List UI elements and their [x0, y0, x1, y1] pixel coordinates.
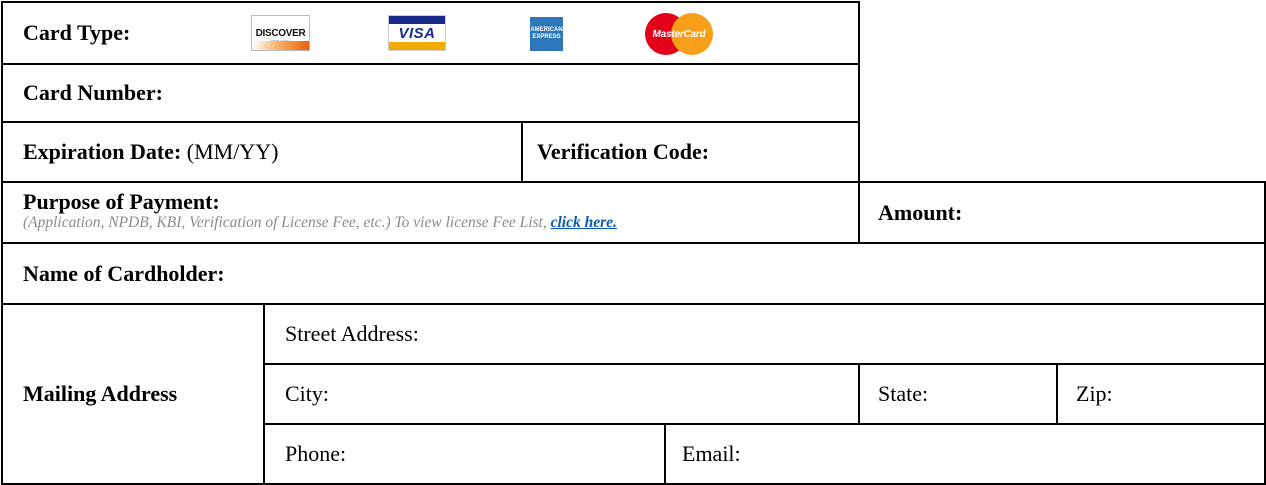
discover-logo-text: DISCOVER	[255, 28, 306, 39]
expiration-date-label: Expiration Date:	[23, 139, 182, 164]
email-field[interactable]: Email:	[664, 423, 1266, 485]
verification-code-field[interactable]: Verification Code:	[521, 121, 860, 183]
state-label: State:	[878, 381, 929, 406]
amex-logo-text-line1: AMERICAN	[530, 27, 563, 33]
email-label: Email:	[682, 441, 741, 466]
american-express-logo[interactable]: AMERICAN EXPRESS	[530, 17, 563, 51]
purpose-note-text: (Application, NPDB, KBI, Verification of…	[23, 213, 551, 231]
visa-logo-text: VISA	[398, 24, 436, 42]
cardholder-name-label: Name of Cardholder:	[23, 260, 225, 286]
card-number-field[interactable]: Card Number:	[1, 63, 860, 123]
visa-top-band	[389, 16, 445, 24]
mailing-address-section: Mailing Address	[1, 303, 265, 485]
discover-stripe	[252, 41, 309, 50]
card-type-label: Card Type:	[23, 20, 131, 45]
discover-logo[interactable]: DISCOVER NETWORK	[251, 15, 310, 51]
fee-list-link[interactable]: click here.	[551, 214, 617, 231]
cardholder-name-field[interactable]: Name of Cardholder:	[1, 242, 1266, 305]
mastercard-logo[interactable]: MasterCard	[645, 13, 713, 55]
purpose-of-payment-note: (Application, NPDB, KBI, Verification of…	[23, 213, 617, 233]
street-address-label: Street Address:	[285, 321, 419, 346]
city-label: City:	[285, 381, 330, 406]
amount-label: Amount:	[878, 199, 963, 225]
expiration-date-format: (MM/YY)	[186, 139, 279, 164]
purpose-of-payment-label: Purpose of Payment:	[23, 188, 220, 214]
card-number-label: Card Number:	[23, 80, 163, 105]
purpose-of-payment-field[interactable]: Purpose of Payment: (Application, NPDB, …	[1, 181, 860, 244]
zip-field[interactable]: Zip:	[1056, 363, 1266, 425]
city-field[interactable]: City:	[263, 363, 860, 425]
verification-code-label: Verification Code:	[537, 139, 710, 164]
expiration-date-field[interactable]: Expiration Date: (MM/YY)	[1, 121, 523, 183]
visa-logo[interactable]: VISA	[388, 15, 446, 51]
mailing-address-label: Mailing Address	[23, 381, 178, 406]
amex-logo-text-line2: EXPRESS	[532, 34, 561, 40]
phone-label: Phone:	[285, 441, 347, 466]
phone-field[interactable]: Phone:	[263, 423, 666, 485]
visa-bottom-band	[389, 42, 445, 50]
street-address-field[interactable]: Street Address:	[263, 303, 1266, 365]
zip-label: Zip:	[1076, 381, 1113, 406]
state-field[interactable]: State:	[858, 363, 1058, 425]
amount-field[interactable]: Amount:	[858, 181, 1266, 244]
mastercard-logo-text: MasterCard	[652, 28, 706, 40]
